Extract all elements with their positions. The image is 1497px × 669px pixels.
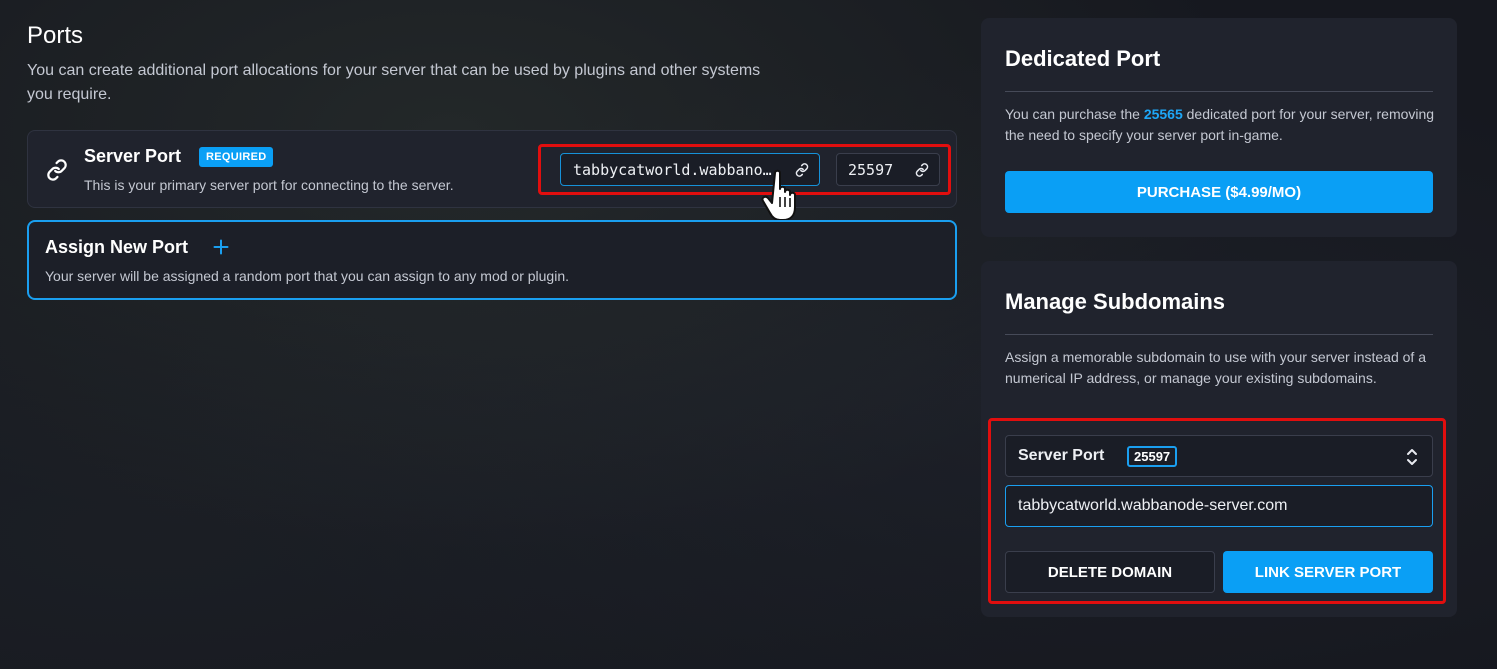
- divider: [1005, 91, 1433, 92]
- dedicated-port-card: Dedicated Port You can purchase the 2556…: [981, 18, 1457, 237]
- chevron-up-down-icon: [1407, 449, 1417, 465]
- server-port-select[interactable]: Server Port 25597: [1005, 435, 1433, 477]
- server-port-title: Server Port: [84, 146, 182, 166]
- plus-icon[interactable]: [213, 239, 229, 255]
- manage-subdomains-card: Manage Subdomains Assign a memorable sub…: [981, 261, 1457, 617]
- server-address-text: tabbycatworld.wabbanode-server.com: [573, 160, 778, 179]
- hand-cursor-icon: [761, 169, 796, 221]
- server-port-copy[interactable]: 25597: [836, 153, 940, 186]
- manage-subdomains-description: Assign a memorable subdomain to use with…: [1005, 349, 1426, 386]
- assign-new-port-card[interactable]: Assign New Port Your server will be assi…: [27, 220, 957, 300]
- link-icon: [47, 159, 67, 181]
- server-port-card: Server Port REQUIRED This is your primar…: [27, 130, 957, 221]
- select-label: Server Port: [1018, 447, 1105, 464]
- server-port-description: This is your primary server port for con…: [84, 177, 454, 193]
- assign-new-port-description: Your server will be assigned a random po…: [45, 268, 570, 284]
- dedicated-port-description: You can purchase the 25565 dedicated por…: [1005, 104, 1445, 146]
- dedicated-port-number: 25565: [1143, 106, 1183, 122]
- required-badge: REQUIRED: [199, 147, 274, 167]
- desc-text: You can purchase the: [1005, 106, 1144, 122]
- copy-link-icon[interactable]: [915, 163, 929, 177]
- server-port-number: 25597: [848, 160, 894, 179]
- subdomain-input[interactable]: [1005, 485, 1433, 527]
- page-title: Ports: [27, 22, 84, 49]
- assign-new-port-title: Assign New Port: [45, 237, 189, 257]
- dedicated-port-title: Dedicated Port: [1005, 46, 1161, 71]
- ports-description: You can create additional port allocatio…: [27, 62, 761, 103]
- manage-subdomains-title: Manage Subdomains: [1005, 289, 1226, 314]
- select-port-badge: 25597: [1127, 446, 1178, 467]
- divider: [1005, 334, 1433, 335]
- link-server-port-button[interactable]: LINK SERVER PORT: [1223, 551, 1433, 593]
- purchase-button[interactable]: PURCHASE ($4.99/MO): [1005, 171, 1433, 213]
- delete-domain-button[interactable]: DELETE DOMAIN: [1005, 551, 1215, 593]
